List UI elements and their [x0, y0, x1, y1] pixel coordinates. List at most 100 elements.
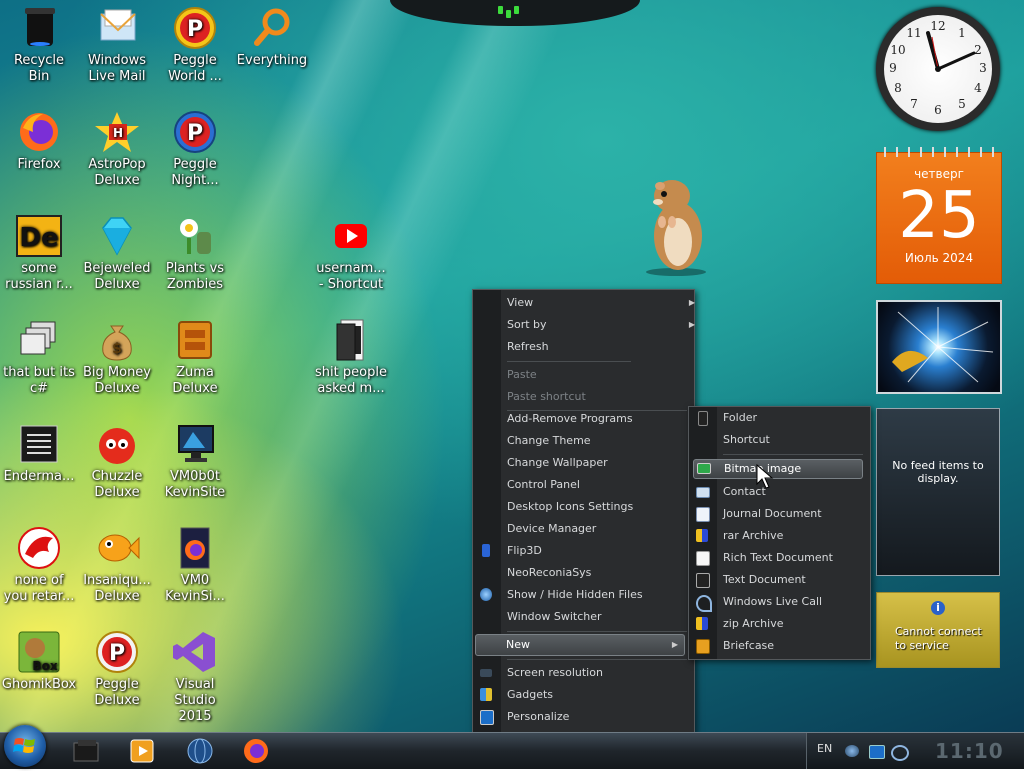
peggle-night-icon: P: [171, 110, 219, 154]
menu-item-label: Paste: [507, 368, 537, 381]
network-icon[interactable]: [845, 745, 859, 757]
submenu-item-shortcut[interactable]: Shortcut: [689, 429, 770, 451]
desktop-icon-firefox[interactable]: Firefox: [0, 110, 78, 173]
desktop-icon-insaniquarium[interactable]: Insaniqu... Deluxe: [78, 526, 156, 605]
svg-text:De: De: [19, 223, 58, 253]
desktop-icon-none-of-you[interactable]: none of you retar...: [0, 526, 78, 605]
menu-item-gadgets[interactable]: Gadgets: [473, 684, 553, 706]
submenu-item-briefcase[interactable]: Briefcase: [689, 635, 774, 657]
desktop-icon-that-but-its-csharp[interactable]: that but its c#: [0, 318, 78, 397]
menu-item-desktop-icons-settings[interactable]: Desktop Icons Settings: [473, 496, 633, 518]
menu-item-screen-resolution[interactable]: Screen resolution: [473, 662, 603, 684]
desktop-icon-chuzzle[interactable]: Chuzzle Deluxe: [78, 422, 156, 501]
submenu-item-zip-archive[interactable]: zip Archive: [689, 613, 783, 635]
menu-item-refresh[interactable]: Refresh: [473, 336, 549, 358]
menu-item-device-manager[interactable]: Device Manager: [473, 518, 596, 540]
feed-empty-message: No feed items to display.: [892, 459, 984, 485]
desktop-icon-ghomikbox[interactable]: Box GhomikBox: [0, 630, 78, 693]
desktop-icon-enderman[interactable]: Enderma...: [0, 422, 78, 485]
submenu-item-contact[interactable]: Contact: [689, 481, 766, 503]
desktop-icon-vm0b0t[interactable]: VM0b0t KevinSite: [156, 422, 234, 501]
journal-icon: [696, 507, 710, 522]
menu-item-label: View: [507, 296, 534, 309]
submenu-item-journal-document[interactable]: Journal Document: [689, 503, 822, 525]
menu-item-personalize[interactable]: Personalize: [473, 706, 569, 728]
dragon-icon: [15, 526, 63, 570]
desktop-icon-plants-vs-zombies[interactable]: Plants vs Zombies: [156, 214, 234, 293]
windows-stack-icon: [15, 318, 63, 362]
calendar-month-year: Июль 2024: [904, 251, 974, 265]
menu-item-sort-by[interactable]: Sort by ▶: [473, 314, 695, 336]
display-icon[interactable]: [869, 745, 885, 759]
desktop-icon-peggle-world[interactable]: P Peggle World ...: [156, 6, 234, 85]
taskbar-media-player[interactable]: [126, 737, 158, 765]
weather-gadget[interactable]: i Cannot connect to service: [876, 592, 1000, 668]
folder-icon: [327, 318, 375, 362]
menu-item-add-remove-programs[interactable]: Add-Remove Programs: [473, 408, 633, 430]
desktop-icon-zuma[interactable]: Zuma Deluxe: [156, 318, 234, 397]
desktop-icon-shit-people-asked[interactable]: shit people asked m...: [312, 318, 390, 397]
submenu-item-rar-archive[interactable]: rar Archive: [689, 525, 783, 547]
menu-item-label: New: [506, 638, 530, 651]
submenu-item-text-document[interactable]: Text Document: [689, 569, 806, 591]
desktop-icon-visual-studio-2015[interactable]: Visual Studio 2015: [156, 630, 234, 725]
rar-icon: [696, 529, 708, 542]
desktop-icon-windows-live-mail[interactable]: Windows Live Mail: [78, 6, 156, 85]
menu-separator: [507, 659, 687, 660]
calendar-rings: [877, 147, 1001, 157]
menu-item-paste-shortcut[interactable]: Paste shortcut: [473, 386, 586, 408]
desktop-icon-bejeweled[interactable]: Bejeweled Deluxe: [78, 214, 156, 293]
weather-status: Cannot connect to service: [895, 625, 982, 653]
desktop-icon-username-shortcut[interactable]: usernam... - Shortcut: [312, 214, 390, 293]
menu-item-show-hide-hidden-files[interactable]: Show / Hide Hidden Files: [473, 584, 643, 606]
slideshow-image: [892, 307, 994, 383]
desktop-icon-astropop[interactable]: H AstroPop Deluxe: [78, 110, 156, 189]
menu-item-change-theme[interactable]: Change Theme: [473, 430, 591, 452]
menu-item-control-panel[interactable]: Control Panel: [473, 474, 580, 496]
weather-status-line: Cannot connect: [895, 625, 982, 638]
submenu-item-folder[interactable]: Folder: [689, 407, 757, 429]
desktop-icon-recycle-bin[interactable]: Recycle Bin: [0, 6, 78, 85]
menu-item-label: Sort by: [507, 318, 547, 331]
calendar-gadget[interactable]: четверг 25 Июль 2024: [876, 147, 1002, 284]
desktop-icon-some-russian[interactable]: De some russian r...: [0, 214, 78, 293]
slideshow-gadget[interactable]: [876, 300, 1002, 394]
rtf-icon: [696, 551, 710, 566]
menu-item-label: Screen resolution: [507, 666, 603, 679]
menu-item-neoreconiasys[interactable]: NeoReconiaSys: [473, 562, 591, 584]
status-led: [506, 10, 511, 18]
taskbar-explorer[interactable]: [70, 737, 102, 765]
volume-icon[interactable]: [891, 745, 909, 761]
taskbar-globe[interactable]: [184, 737, 216, 765]
menu-separator: [507, 361, 631, 362]
menu-item-paste[interactable]: Paste: [473, 364, 537, 386]
text-document-icon: [696, 573, 710, 588]
start-button[interactable]: [4, 725, 46, 767]
desktop[interactable]: Recycle Bin Windows Live Mail P Peggle W…: [0, 0, 1024, 732]
svg-text:P: P: [187, 17, 203, 42]
menu-item-label: rar Archive: [723, 529, 784, 542]
desktop-icon-big-money[interactable]: $ Big Money Deluxe: [78, 318, 156, 397]
menu-item-label: Folder: [723, 411, 757, 424]
menu-item-new[interactable]: New ▶: [475, 634, 685, 656]
menu-item-flip3d[interactable]: Flip3D: [473, 540, 542, 562]
clock-gadget[interactable]: 12 1 2 3 4 5 6 7 8 9 10 11: [876, 7, 1000, 131]
submenu-item-rich-text-document[interactable]: Rich Text Document: [689, 547, 833, 569]
tray-clock[interactable]: 11:10: [935, 739, 1004, 763]
menu-item-window-switcher[interactable]: Window Switcher: [473, 606, 602, 628]
menu-item-view[interactable]: View ▶: [473, 292, 695, 314]
desktop-context-menu: View ▶ Sort by ▶ Refresh Paste Paste short…: [472, 289, 695, 732]
submenu-item-windows-live-call[interactable]: Windows Live Call: [689, 591, 822, 613]
chuzzle-icon: [93, 422, 141, 466]
submenu-item-bitmap-image[interactable]: Bitmap image: [693, 459, 863, 479]
desktop-icon-everything[interactable]: Everything: [233, 6, 311, 69]
taskbar-firefox[interactable]: [240, 737, 272, 765]
language-indicator[interactable]: EN: [817, 742, 832, 755]
menu-item-change-wallpaper[interactable]: Change Wallpaper: [473, 452, 608, 474]
menu-item-label: Refresh: [507, 340, 549, 353]
desktop-icon-peggle-night[interactable]: P Peggle Night...: [156, 110, 234, 189]
magnifier-icon: [248, 6, 296, 50]
desktop-icon-peggle-deluxe[interactable]: P Peggle Deluxe: [78, 630, 156, 709]
desktop-icon-vm0-kevinsite[interactable]: VM0 KevinSi...: [156, 526, 234, 605]
feed-headlines-gadget[interactable]: No feed items to display.: [876, 408, 1000, 576]
